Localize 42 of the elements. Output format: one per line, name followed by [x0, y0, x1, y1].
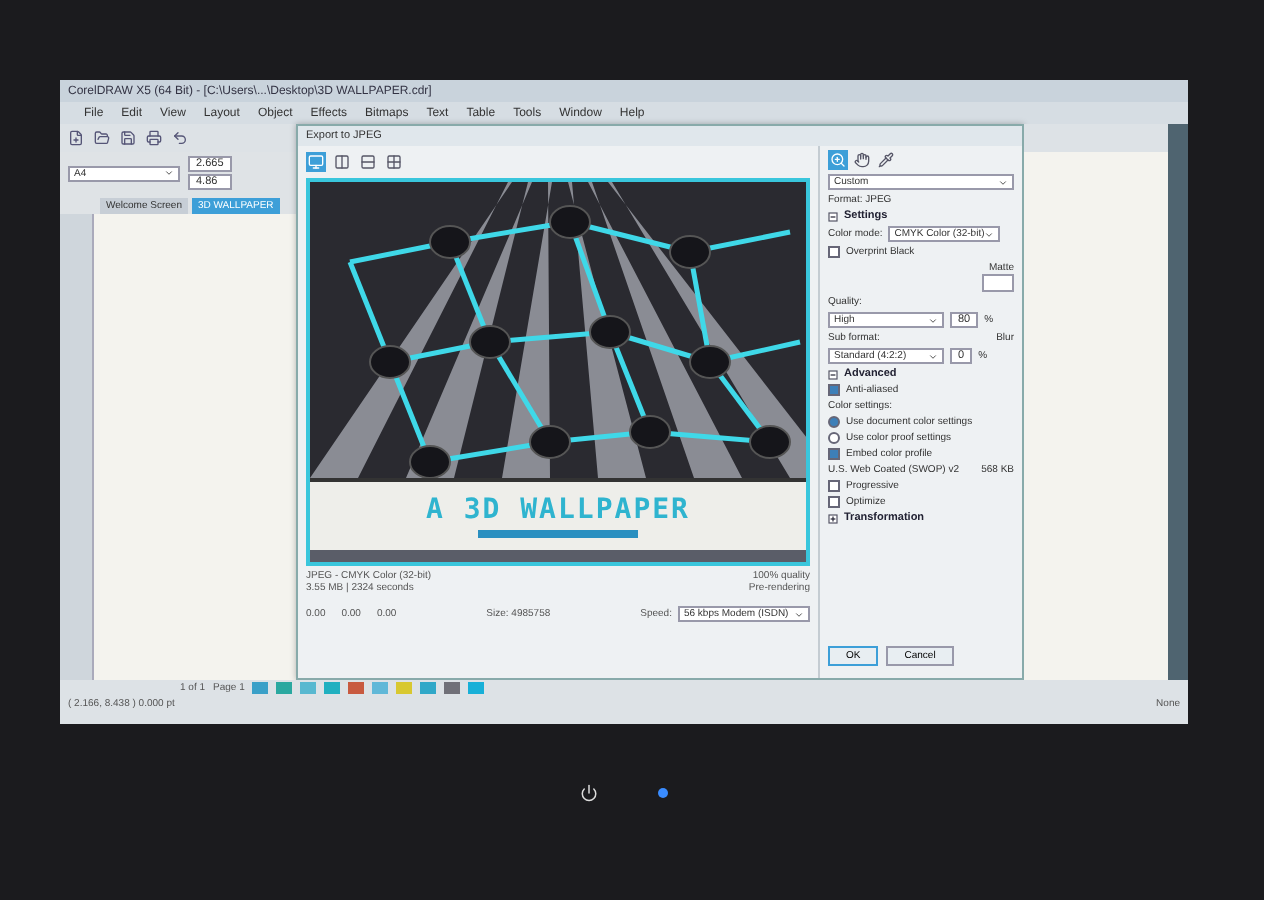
color-chip[interactable]: [396, 682, 413, 694]
checkbox[interactable]: [828, 448, 840, 460]
toolbar-icon[interactable]: [120, 130, 136, 146]
color-chip[interactable]: [252, 682, 269, 694]
caret-icon: [984, 229, 995, 239]
view-mode-button[interactable]: [306, 152, 326, 172]
color-chip[interactable]: [348, 682, 365, 694]
color-chip[interactable]: [300, 682, 317, 694]
zoom-icon[interactable]: [828, 150, 848, 170]
checkbox[interactable]: [828, 246, 840, 258]
view-mode-button[interactable]: [358, 152, 378, 172]
banner-title: A 3D WALLPAPER: [425, 494, 690, 526]
toolbar-icon[interactable]: [172, 130, 188, 146]
caret-icon: [164, 168, 174, 178]
caret-icon: [793, 609, 804, 619]
color-chip[interactable]: [276, 682, 293, 694]
power-icon[interactable]: [580, 783, 598, 801]
checkbox[interactable]: [828, 480, 840, 492]
color-chip[interactable]: [324, 682, 341, 694]
radio-button[interactable]: [828, 416, 840, 428]
toolbar-icon[interactable]: [94, 130, 110, 146]
view-mode-button[interactable]: [332, 152, 352, 172]
toolbar-icon[interactable]: [146, 130, 162, 146]
caret-icon: [998, 177, 1008, 187]
color-chip[interactable]: [372, 682, 389, 694]
checkbox[interactable]: [828, 496, 840, 508]
radio-button[interactable]: [828, 432, 840, 444]
collapse-icon[interactable]: [828, 369, 838, 379]
color-chip[interactable]: [468, 682, 485, 694]
caret-icon: [928, 315, 938, 325]
checkbox[interactable]: [828, 384, 840, 396]
color-swatch[interactable]: [982, 274, 1014, 292]
eyedropper-icon[interactable]: [876, 150, 896, 170]
expand-icon[interactable]: [828, 513, 838, 523]
color-chip[interactable]: [420, 682, 437, 694]
hand-icon[interactable]: [852, 150, 872, 170]
color-chip[interactable]: [444, 682, 461, 694]
toolbar-icon[interactable]: [68, 130, 84, 146]
collapse-icon[interactable]: [828, 211, 838, 221]
indicator-light: [658, 787, 668, 797]
caret-icon: [928, 351, 938, 361]
view-mode-button[interactable]: [384, 152, 404, 172]
